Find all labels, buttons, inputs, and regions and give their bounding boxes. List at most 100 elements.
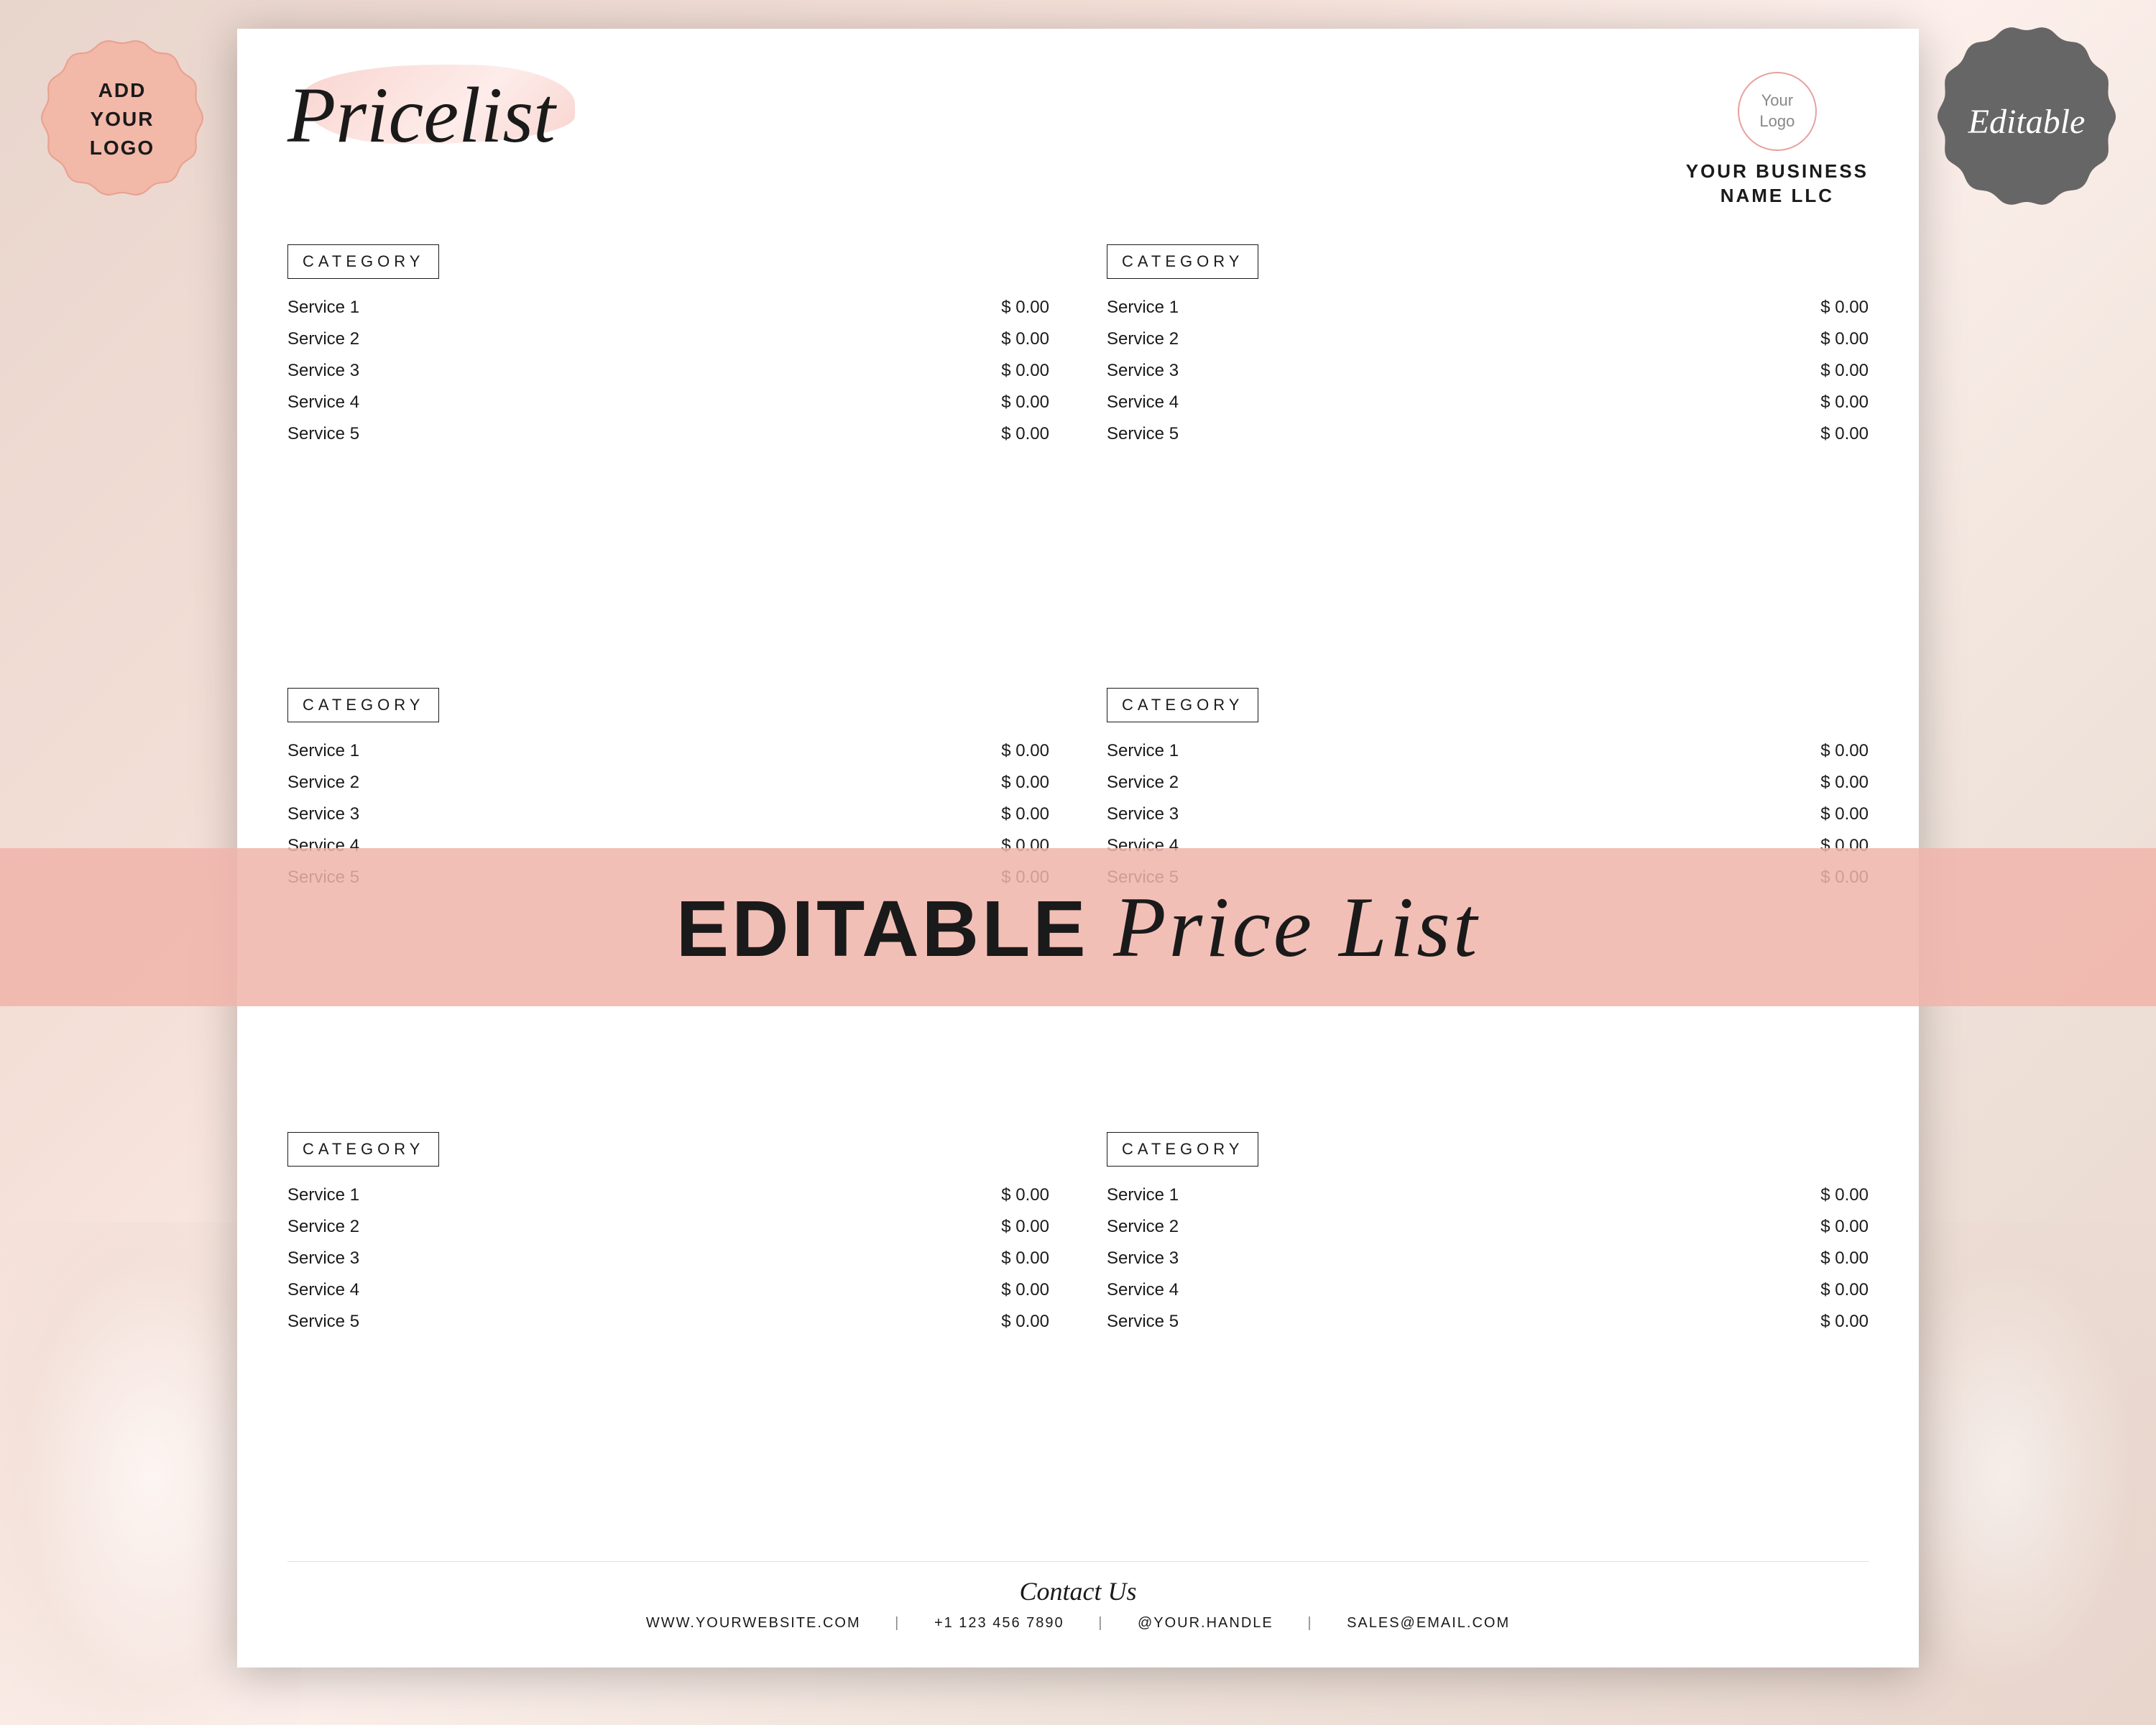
service-price-cat3-1: $ 0.00 <box>1001 741 1049 761</box>
service-name-cat5-1: Service 1 <box>287 1185 359 1205</box>
category-block-1: CATEGORYService 1$ 0.00Service 2$ 0.00Se… <box>287 244 1049 652</box>
svg-text:LOGO: LOGO <box>90 137 155 159</box>
service-name-cat6-5: Service 5 <box>1107 1312 1179 1332</box>
service-price-cat6-4: $ 0.00 <box>1820 1280 1869 1300</box>
website: WWW.YOURWEBSITE.COM <box>646 1615 861 1631</box>
service-price-cat1-4: $ 0.00 <box>1001 392 1049 413</box>
category-header-text-2: CATEGORY <box>1122 252 1243 270</box>
service-name-cat1-1: Service 1 <box>287 298 359 318</box>
promotional-banner: EDITABLE Price List <box>0 848 2156 1006</box>
service-price-cat6-2: $ 0.00 <box>1820 1217 1869 1237</box>
service-price-cat5-3: $ 0.00 <box>1001 1248 1049 1269</box>
service-row-cat6-5: Service 5 $ 0.00 <box>1107 1306 1869 1338</box>
category-header-text-5: CATEGORY <box>303 1140 424 1158</box>
service-price-cat2-3: $ 0.00 <box>1820 361 1869 381</box>
category-header-text-6: CATEGORY <box>1122 1140 1243 1158</box>
service-name-cat5-4: Service 4 <box>287 1280 359 1300</box>
service-price-cat1-2: $ 0.00 <box>1001 329 1049 349</box>
service-row-cat6-2: Service 2 $ 0.00 <box>1107 1211 1869 1243</box>
business-name-line1: YOUR BUSINESS <box>1686 160 1869 184</box>
service-name-cat5-5: Service 5 <box>287 1312 359 1332</box>
business-info: Your Logo YOUR BUSINESS NAME LLC <box>1686 72 1869 208</box>
category-header-text-4: CATEGORY <box>1122 696 1243 714</box>
service-price-cat1-1: $ 0.00 <box>1001 298 1049 318</box>
service-name-cat2-4: Service 4 <box>1107 392 1179 413</box>
service-price-cat2-2: $ 0.00 <box>1820 329 1869 349</box>
category-header-4: CATEGORY <box>1107 688 1258 722</box>
category-block-2: CATEGORYService 1$ 0.00Service 2$ 0.00Se… <box>1107 244 1869 652</box>
category-header-5: CATEGORY <box>287 1132 439 1167</box>
service-price-cat5-5: $ 0.00 <box>1001 1312 1049 1332</box>
service-price-cat2-1: $ 0.00 <box>1820 298 1869 318</box>
svg-text:ADD: ADD <box>98 79 147 101</box>
service-row-cat5-4: Service 4 $ 0.00 <box>287 1274 1049 1306</box>
svg-text:YOUR: YOUR <box>91 108 155 130</box>
service-name-cat6-4: Service 4 <box>1107 1280 1179 1300</box>
service-row-cat4-2: Service 2 $ 0.00 <box>1107 767 1869 799</box>
service-name-cat1-4: Service 4 <box>287 392 359 413</box>
service-name-cat2-3: Service 3 <box>1107 361 1179 381</box>
service-price-cat6-1: $ 0.00 <box>1820 1185 1869 1205</box>
service-name-cat4-2: Service 2 <box>1107 773 1179 793</box>
banner-bold-text: EDITABLE <box>676 885 1113 973</box>
category-header-3: CATEGORY <box>287 688 439 722</box>
service-row-cat2-2: Service 2 $ 0.00 <box>1107 323 1869 355</box>
service-name-cat2-2: Service 2 <box>1107 329 1179 349</box>
service-name-cat1-3: Service 3 <box>287 361 359 381</box>
category-block-5: CATEGORYService 1$ 0.00Service 2$ 0.00Se… <box>287 1132 1049 1540</box>
category-header-text-1: CATEGORY <box>303 252 424 270</box>
service-name-cat1-2: Service 2 <box>287 329 359 349</box>
service-row-cat1-4: Service 4 $ 0.00 <box>287 387 1049 418</box>
service-row-cat4-1: Service 1$ 0.00 <box>1107 735 1869 767</box>
service-price-cat5-4: $ 0.00 <box>1001 1280 1049 1300</box>
service-price-cat3-2: $ 0.00 <box>1001 773 1049 793</box>
logo-circle: Your Logo <box>1738 72 1817 151</box>
service-row-cat6-1: Service 1 $ 0.00 <box>1107 1179 1869 1211</box>
category-block-6: CATEGORYService 1$ 0.00Service 2$ 0.00Se… <box>1107 1132 1869 1540</box>
business-name-line2: NAME LLC <box>1686 184 1869 208</box>
service-name-cat2-5: Service 5 <box>1107 424 1179 444</box>
service-row-cat3-2: Service 2 $ 0.00 <box>287 767 1049 799</box>
service-row-cat2-5: Service 5$ 0.00 <box>1107 418 1869 450</box>
contact-line: WWW.YOURWEBSITE.COM | +1 123 456 7890 | … <box>287 1615 1869 1632</box>
pricelist-title: Pricelist <box>287 72 1686 155</box>
service-row-cat4-3: Service 3$ 0.00 <box>1107 799 1869 830</box>
add-logo-badge: ADD YOUR LOGO <box>36 36 208 208</box>
service-name-cat2-1: Service 1 <box>1107 298 1179 318</box>
service-name-cat6-1: Service 1 <box>1107 1185 1179 1205</box>
service-price-cat4-3: $ 0.00 <box>1820 804 1869 824</box>
service-row-cat5-2: Service 2$ 0.00 <box>287 1211 1049 1243</box>
document-header: Pricelist Your Logo YOUR BUSINESS NAME L… <box>287 72 1869 208</box>
service-row-cat5-1: Service 1 $ 0.00 <box>287 1179 1049 1211</box>
email: SALES@EMAIL.COM <box>1347 1615 1510 1631</box>
phone: +1 123 456 7890 <box>934 1615 1064 1631</box>
service-price-cat3-3: $ 0.00 <box>1001 804 1049 824</box>
service-price-cat5-2: $ 0.00 <box>1001 1217 1049 1237</box>
category-header-6: CATEGORY <box>1107 1132 1258 1167</box>
service-price-cat6-5: $ 0.00 <box>1820 1312 1869 1332</box>
service-price-cat5-1: $ 0.00 <box>1001 1185 1049 1205</box>
service-name-cat1-5: Service 5 <box>287 424 359 444</box>
handle: @YOUR.HANDLE <box>1138 1615 1273 1631</box>
service-name-cat6-3: Service 3 <box>1107 1248 1179 1269</box>
service-name-cat3-2: Service 2 <box>287 773 359 793</box>
logo-line1: Your <box>1761 91 1793 111</box>
service-price-cat6-3: $ 0.00 <box>1820 1248 1869 1269</box>
category-header-1: CATEGORY <box>287 244 439 279</box>
service-price-cat4-1: $ 0.00 <box>1820 741 1869 761</box>
service-name-cat5-3: Service 3 <box>287 1248 359 1269</box>
service-row-cat2-3: Service 3 $ 0.00 <box>1107 355 1869 387</box>
service-price-cat1-5: $ 0.00 <box>1001 424 1049 444</box>
service-price-cat2-4: $ 0.00 <box>1820 392 1869 413</box>
title-wrap: Pricelist <box>287 72 1686 155</box>
document-footer: Contact Us WWW.YOURWEBSITE.COM | +1 123 … <box>287 1561 1869 1632</box>
service-price-cat4-2: $ 0.00 <box>1820 773 1869 793</box>
service-price-cat1-3: $ 0.00 <box>1001 361 1049 381</box>
service-row-cat3-1: Service 1$ 0.00 <box>287 735 1049 767</box>
service-row-cat1-3: Service 3 $ 0.00 <box>287 355 1049 387</box>
svg-text:Editable: Editable <box>1968 103 2086 141</box>
category-header-2: CATEGORY <box>1107 244 1258 279</box>
service-name-cat6-2: Service 2 <box>1107 1217 1179 1237</box>
service-name-cat3-3: Service 3 <box>287 804 359 824</box>
service-row-cat2-4: Service 4 $ 0.00 <box>1107 387 1869 418</box>
